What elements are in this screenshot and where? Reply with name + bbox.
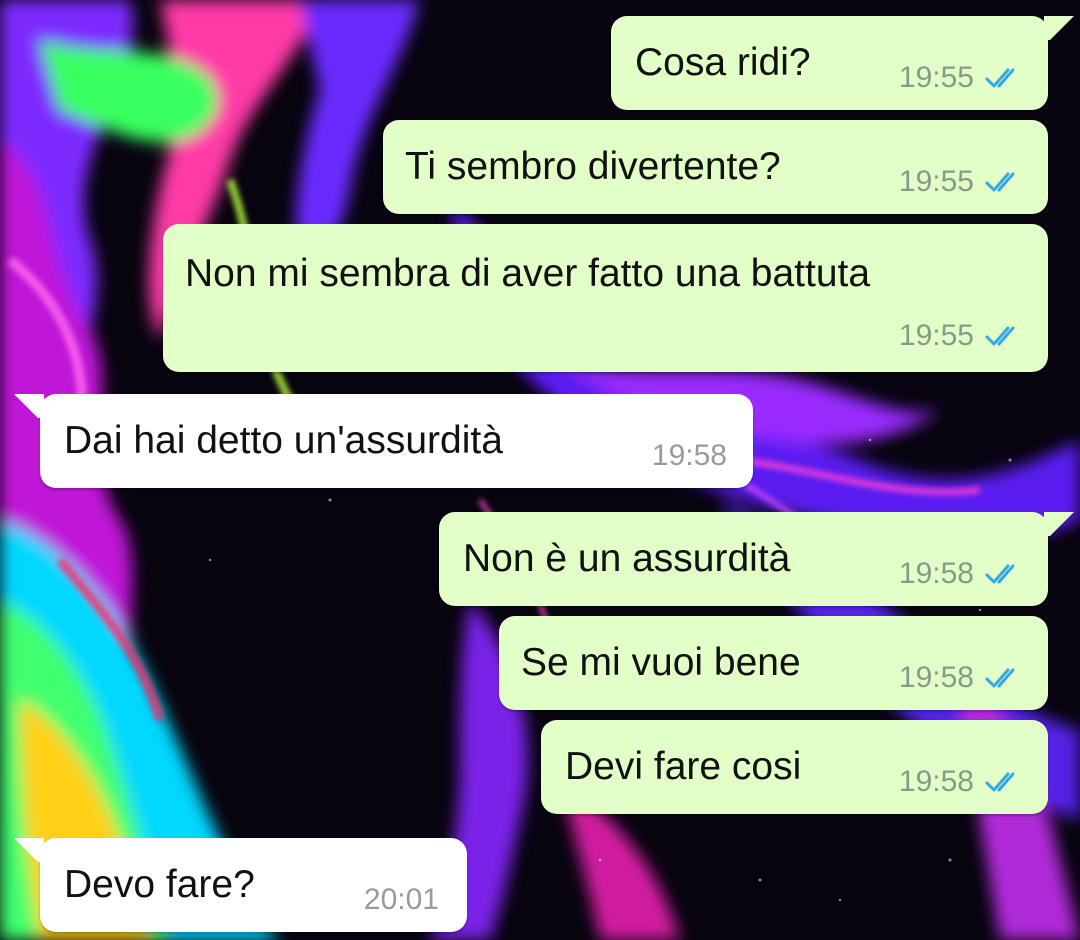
message-meta: 19:55 [899,167,1024,197]
bubble-tail [1044,512,1074,536]
message-meta: 19:55 [899,63,1024,93]
message-time: 19:55 [898,165,974,198]
message-time: 19:58 [651,439,727,472]
message-bubble-incoming[interactable]: Devo fare? 20:01 [14,838,467,932]
double-check-icon [985,564,1015,584]
message-bubble-outgoing[interactable]: Non mi sembra di aver fatto una battuta … [163,224,1048,372]
message-bubble-outgoing[interactable]: Devi fare cosi 19:58 [541,720,1048,814]
message-meta: 19:58 [652,441,727,471]
message-text: Se mi vuoi bene [521,641,801,684]
bubble-tail [1044,16,1074,40]
message-meta: 19:58 [899,767,1024,797]
message-time: 19:55 [898,61,974,94]
message-time: 19:55 [898,319,974,352]
message-text: Non mi sembra di aver fatto una battuta [185,252,871,295]
message-time: 19:58 [898,661,974,694]
message-text: Devi fare cosi [565,745,802,788]
message-text: Ti sembro divertente? [405,145,781,188]
message-text: Cosa ridi? [635,41,811,84]
message-bubble-outgoing[interactable]: Ti sembro divertente? 19:55 [383,120,1048,214]
message-time: 19:58 [898,557,974,590]
bubble-tail [14,394,44,418]
message-text: Dai hai detto un'assurdità [64,419,503,462]
message-meta: 19:58 [899,559,1024,589]
message-time: 19:58 [898,765,974,798]
message-bubble-outgoing[interactable]: Non è un assurdità 19:58 [439,512,1074,606]
message-bubble-incoming[interactable]: Dai hai detto un'assurdità 19:58 [14,394,753,488]
message-text: Devo fare? [64,863,255,906]
double-check-icon [985,772,1015,792]
message-text: Non è un assurdità [463,537,791,580]
message-bubble-outgoing[interactable]: Se mi vuoi bene 19:58 [499,616,1048,710]
message-bubble-outgoing[interactable]: Cosa ridi? 19:55 [611,16,1074,110]
message-meta: 20:01 [364,885,439,915]
bubble-tail [14,838,44,862]
double-check-icon [985,326,1015,346]
message-meta: 19:55 [899,321,1024,351]
double-check-icon [985,68,1015,88]
message-time: 20:01 [363,883,439,916]
message-meta: 19:58 [899,663,1024,693]
double-check-icon [985,172,1015,192]
double-check-icon [985,668,1015,688]
